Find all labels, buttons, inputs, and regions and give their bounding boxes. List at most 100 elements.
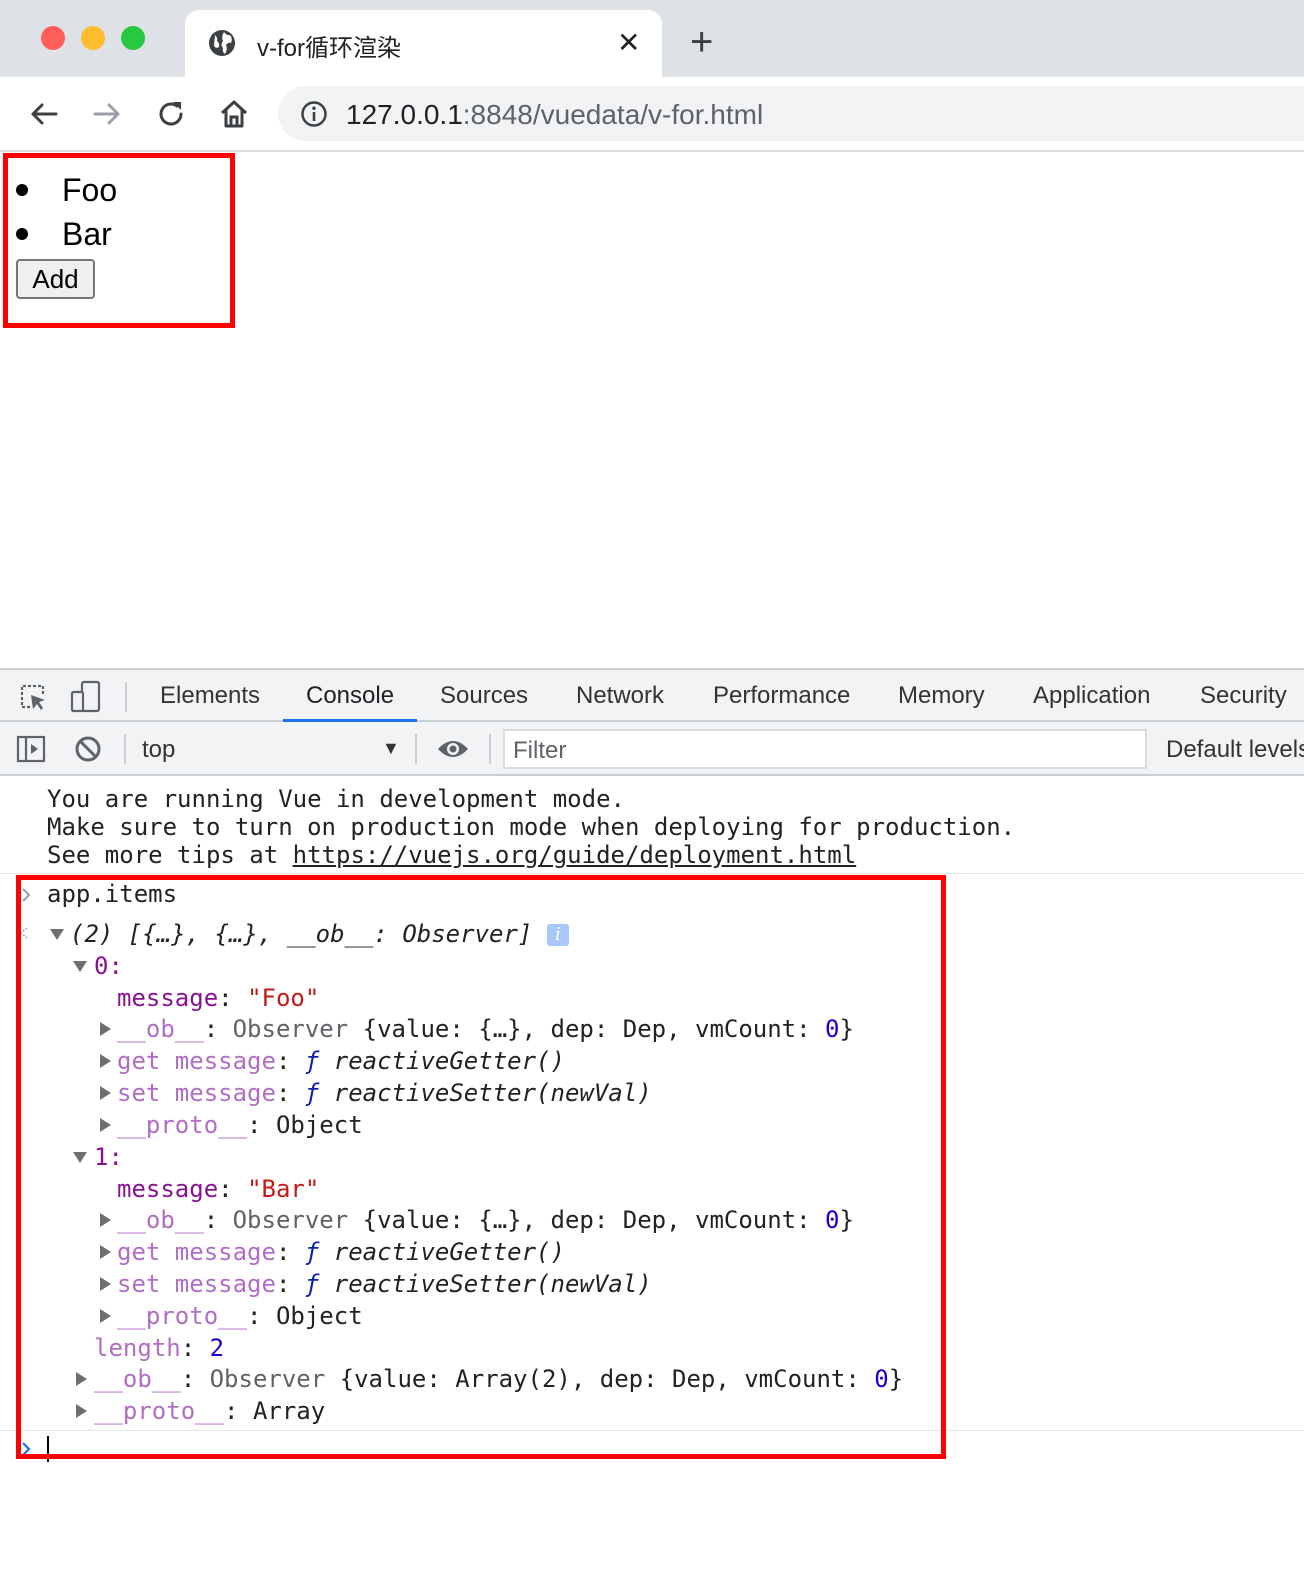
observer-value: {value: Array(2), dep: Dep, vmCount: — [339, 1365, 875, 1393]
tab-elements[interactable]: Elements — [160, 682, 260, 710]
browser-tab-strip: v-for循环渲染 ✕ + — [0, 0, 1304, 77]
console-toolbar: top ▼ Filter Default levels — [0, 722, 1304, 776]
property-key: __ob__ — [117, 1206, 204, 1234]
observer-end: } — [839, 1015, 854, 1043]
property-row: message: "Bar" — [117, 1175, 320, 1203]
property-row[interactable]: __ob__: Observer {value: {…}, dep: Dep, … — [117, 1206, 854, 1234]
property-row[interactable]: __ob__: Observer {value: Array(2), dep: … — [94, 1365, 903, 1393]
expand-triangle-icon[interactable] — [50, 929, 64, 940]
property-row: message: "Foo" — [117, 984, 320, 1012]
highlight-box-page — [3, 153, 235, 328]
expand-triangle-icon[interactable] — [100, 1118, 111, 1132]
url-path: :8848/vuedata/v-for.html — [462, 99, 764, 130]
observer-value: {value: {…}, dep: Dep, vmCount: — [362, 1015, 826, 1043]
property-row[interactable]: get message: ƒ reactiveGetter() — [117, 1047, 565, 1075]
inspect-element-icon[interactable] — [18, 682, 48, 712]
warning-text: See more tips at — [47, 841, 293, 869]
function-value: reactiveGetter() — [333, 1238, 565, 1266]
tab-close-icon[interactable]: ✕ — [617, 29, 640, 57]
tab-sources[interactable]: Sources — [440, 682, 528, 710]
vmcount-value: 0 — [874, 1365, 889, 1393]
expand-triangle-icon[interactable] — [100, 1309, 111, 1323]
property-key: __ob__ — [117, 1015, 204, 1043]
expand-triangle-icon[interactable] — [100, 1245, 111, 1259]
console-warning-line: Make sure to turn on production mode whe… — [47, 813, 1016, 841]
function-symbol: ƒ — [304, 1270, 320, 1298]
back-arrow-icon[interactable] — [27, 97, 61, 131]
console-warning-line: You are running Vue in development mode. — [47, 785, 625, 813]
observer-value: {value: {…}, dep: Dep, vmCount: — [362, 1206, 826, 1234]
url-host: 127.0.0.1 — [346, 99, 463, 130]
window-close-button[interactable] — [41, 26, 65, 50]
message-divider — [0, 1430, 1304, 1431]
new-tab-button[interactable]: + — [690, 22, 713, 62]
filter-placeholder: Filter — [513, 737, 567, 764]
expand-triangle-icon[interactable] — [76, 1372, 87, 1386]
bullet — [16, 228, 28, 240]
function-symbol: ƒ — [304, 1238, 320, 1266]
expand-triangle-icon[interactable] — [76, 1404, 87, 1418]
property-row[interactable]: __proto__: Object — [117, 1302, 363, 1330]
sidebar-toggle-icon[interactable] — [16, 735, 46, 763]
console-prompt-input[interactable] — [47, 1436, 49, 1462]
home-icon[interactable] — [217, 97, 251, 131]
function-value: reactiveSetter(newVal) — [333, 1079, 652, 1107]
observer-type: Observer — [232, 1015, 363, 1043]
property-key: set message — [117, 1079, 276, 1107]
property-key: set message — [117, 1270, 276, 1298]
bullet — [16, 184, 28, 196]
reload-icon[interactable] — [154, 97, 188, 131]
url-text: 127.0.0.1:8848/vuedata/v-for.html — [346, 99, 763, 131]
forward-arrow-icon[interactable] — [90, 97, 124, 131]
console-output: You are running Vue in development mode.… — [0, 776, 1304, 1578]
expand-triangle-icon[interactable] — [100, 1054, 111, 1068]
expand-triangle-icon[interactable] — [100, 1213, 111, 1227]
expand-triangle-icon[interactable] — [73, 1152, 87, 1163]
tab-memory[interactable]: Memory — [898, 682, 985, 710]
browser-tab[interactable]: v-for循环渲染 ✕ — [185, 10, 662, 77]
property-row[interactable]: get message: ƒ reactiveGetter() — [117, 1238, 565, 1266]
message-divider — [0, 873, 1304, 874]
array-index[interactable]: 1: — [94, 1143, 123, 1171]
property-value: Array — [252, 1397, 326, 1425]
property-value: Object — [275, 1302, 363, 1330]
tab-console[interactable]: Console — [306, 682, 394, 710]
toolbar-divider — [125, 682, 127, 712]
tab-performance[interactable]: Performance — [713, 682, 850, 710]
property-row[interactable]: set message: ƒ reactiveSetter(newVal) — [117, 1270, 652, 1298]
function-value: reactiveSetter(newVal) — [333, 1270, 652, 1298]
property-row[interactable]: __ob__: Observer {value: {…}, dep: Dep, … — [117, 1015, 854, 1043]
property-row[interactable]: __proto__: Array — [94, 1397, 325, 1425]
tab-security[interactable]: Security — [1200, 682, 1287, 710]
property-key: __proto__ — [94, 1397, 225, 1425]
function-symbol: ƒ — [304, 1047, 320, 1075]
expand-triangle-icon[interactable] — [100, 1277, 111, 1291]
eye-icon[interactable] — [436, 737, 470, 761]
info-badge-icon[interactable]: i — [546, 924, 569, 946]
property-row[interactable]: set message: ƒ reactiveSetter(newVal) — [117, 1079, 652, 1107]
address-bar[interactable]: 127.0.0.1:8848/vuedata/v-for.html — [278, 86, 1304, 141]
clear-console-icon[interactable] — [74, 735, 102, 763]
property-key: get message — [117, 1047, 276, 1075]
browser-toolbar: 127.0.0.1:8848/vuedata/v-for.html — [0, 77, 1304, 152]
tab-application[interactable]: Application — [1033, 682, 1150, 710]
log-levels-dropdown[interactable]: Default levels — [1166, 736, 1304, 764]
device-toolbar-icon[interactable] — [70, 680, 102, 714]
expand-triangle-icon[interactable] — [100, 1086, 111, 1100]
context-selector[interactable]: top — [142, 736, 175, 764]
property-row[interactable]: __proto__: Object — [117, 1111, 363, 1139]
vmcount-value: 0 — [825, 1015, 840, 1043]
deployment-link[interactable]: https://vuejs.org/guide/deployment.html — [293, 841, 857, 869]
toolbar-divider — [415, 734, 417, 764]
dropdown-arrow-icon[interactable]: ▼ — [382, 738, 400, 759]
array-index[interactable]: 0: — [94, 952, 123, 980]
result-summary[interactable]: (2) [{…}, {…}, __ob__: Observer] i — [70, 920, 569, 948]
window-zoom-button[interactable] — [121, 26, 145, 50]
filter-input[interactable]: Filter — [503, 729, 1147, 769]
window-minimize-button[interactable] — [81, 26, 105, 50]
expand-triangle-icon[interactable] — [73, 961, 87, 972]
add-button[interactable]: Add — [16, 259, 95, 299]
info-icon[interactable] — [300, 100, 328, 128]
tab-network[interactable]: Network — [576, 682, 664, 710]
expand-triangle-icon[interactable] — [100, 1022, 111, 1036]
